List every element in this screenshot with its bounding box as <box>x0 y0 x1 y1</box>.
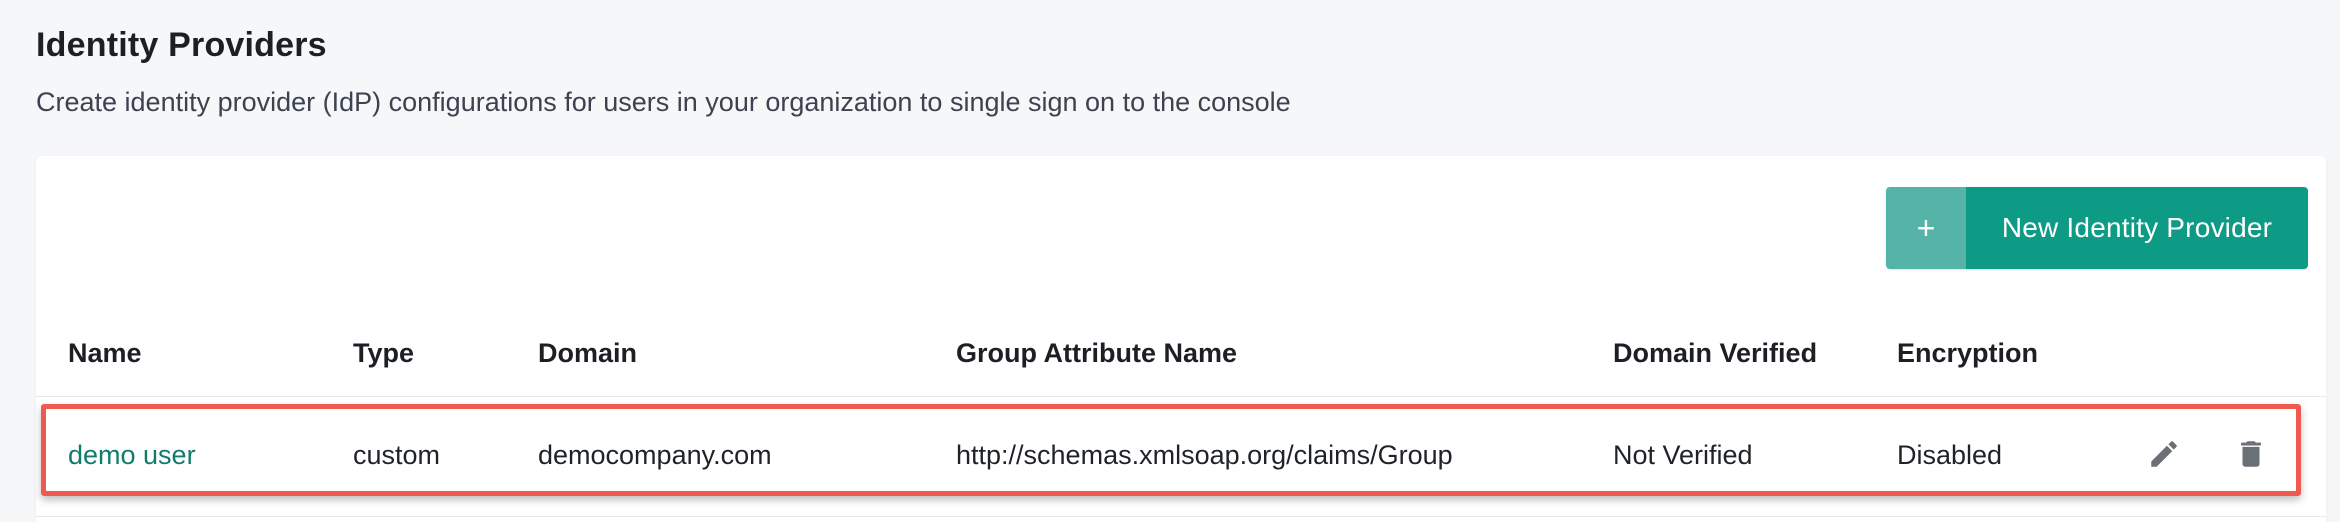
row-encryption: Disabled <box>1897 440 2003 470</box>
pencil-icon <box>2151 441 2177 467</box>
row-type: custom <box>353 440 441 470</box>
page-subtitle: Create identity provider (IdP) configura… <box>36 87 1291 117</box>
column-header-name[interactable]: Name <box>68 338 142 369</box>
column-header-domain-verified[interactable]: Domain Verified <box>1613 338 1817 369</box>
plus-icon: + <box>1886 187 1966 269</box>
column-header-type[interactable]: Type <box>353 338 414 369</box>
new-identity-provider-button[interactable]: + New Identity Provider <box>1886 187 2308 269</box>
column-header-domain[interactable]: Domain <box>538 338 637 369</box>
edit-button[interactable] <box>2144 434 2184 474</box>
row-domain: democompany.com <box>538 440 772 470</box>
trash-icon <box>2241 441 2261 467</box>
delete-button[interactable] <box>2231 434 2271 474</box>
row-group-attribute-name: http://schemas.xmlsoap.org/claims/Group <box>956 440 1453 470</box>
column-header-encryption[interactable]: Encryption <box>1897 338 2038 369</box>
column-header-group-attribute-name[interactable]: Group Attribute Name <box>956 338 1237 369</box>
row-name-link[interactable]: demo user <box>68 440 196 471</box>
identity-providers-card: + New Identity Provider Name Type Domain… <box>36 156 2326 522</box>
table-header: Name Type Domain Group Attribute Name Do… <box>36 316 2326 397</box>
row-divider <box>36 516 2326 517</box>
new-identity-provider-label: New Identity Provider <box>1966 187 2308 269</box>
row-domain-verified: Not Verified <box>1613 440 1753 470</box>
identity-providers-page: Identity Providers Create identity provi… <box>0 0 2340 522</box>
page-header: Identity Providers Create identity provi… <box>36 26 1291 118</box>
page-title: Identity Providers <box>36 26 327 64</box>
